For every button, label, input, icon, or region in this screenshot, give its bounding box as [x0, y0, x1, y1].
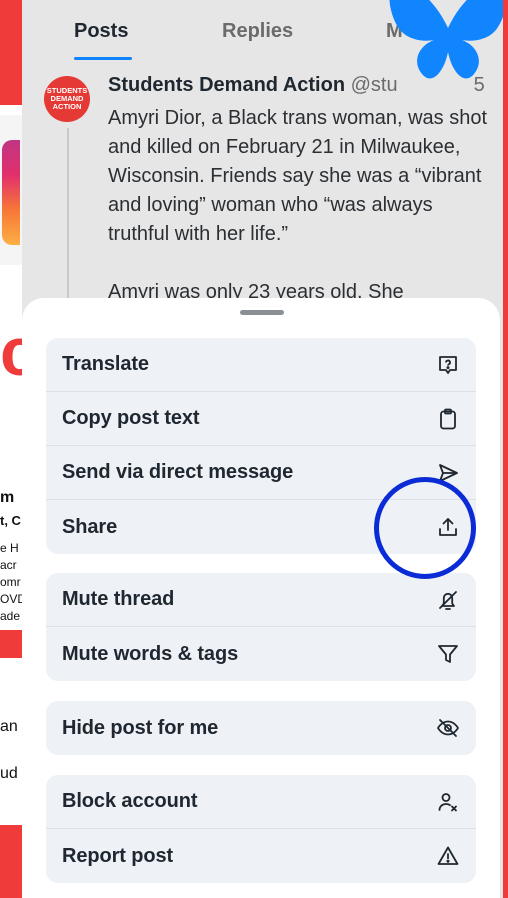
menu-item-label: Report post	[62, 844, 174, 867]
translate-icon	[435, 352, 461, 378]
background-text-fragment: e H	[0, 541, 19, 555]
background-text-fragment: ud	[0, 765, 18, 782]
menu-group-actions: Translate Copy post text Send via direct…	[46, 338, 476, 554]
menu-item-report-post[interactable]: Report post	[46, 829, 476, 883]
sheet-drag-handle[interactable]	[240, 310, 284, 315]
paper-plane-icon	[435, 460, 461, 486]
menu-item-share[interactable]: Share	[46, 500, 476, 554]
post-options-sheet: Translate Copy post text Send via direct…	[22, 298, 500, 898]
background-footer	[0, 826, 22, 898]
app-window: Posts Replies M STUDENTS DEMAND ACTION S…	[22, 0, 503, 898]
author-name: Students Demand Action	[108, 74, 346, 96]
tab-posts[interactable]: Posts	[74, 20, 128, 43]
menu-item-label: Mute words & tags	[62, 642, 239, 665]
menu-group-moderation: Block account Report post	[46, 775, 476, 883]
butterfly-logo-icon	[389, 0, 503, 79]
menu-item-block-account[interactable]: Block account	[46, 775, 476, 829]
menu-item-mute-thread[interactable]: Mute thread	[46, 573, 476, 627]
eye-off-icon	[435, 715, 461, 741]
background-text-fragment: ade	[0, 609, 21, 623]
menu-item-label: Share	[62, 515, 118, 538]
post-paragraph: Amyri Dior, a Black trans woman, was sho…	[108, 107, 488, 245]
background-text-fragment: m	[0, 489, 15, 506]
menu-item-label: Hide post for me	[62, 716, 219, 739]
menu-item-translate[interactable]: Translate	[46, 338, 476, 392]
tab-replies[interactable]: Replies	[222, 20, 293, 43]
active-tab-indicator	[74, 57, 132, 60]
background-text-fragment: omr	[0, 575, 21, 589]
menu-item-mute-words-tags[interactable]: Mute words & tags	[46, 627, 476, 681]
background-text-fragment: t, C	[0, 513, 21, 528]
clipboard-icon	[435, 406, 461, 432]
bell-off-icon	[435, 587, 461, 613]
menu-item-label: Mute thread	[62, 588, 175, 610]
share-icon	[435, 514, 461, 540]
menu-group-mute: Mute thread Mute words & tags	[46, 573, 476, 681]
background-text-fragment: acr	[0, 558, 17, 572]
filter-icon	[435, 641, 461, 667]
background-divider	[0, 630, 22, 658]
background-text-fragment: an	[0, 718, 18, 735]
user-block-icon	[435, 789, 461, 815]
thread-line	[67, 128, 69, 308]
menu-item-label: Copy post text	[62, 407, 200, 429]
menu-item-label: Block account	[62, 790, 198, 812]
warning-icon	[435, 843, 461, 869]
menu-item-copy-post-text[interactable]: Copy post text	[46, 392, 476, 446]
menu-item-send-via-dm[interactable]: Send via direct message	[46, 446, 476, 500]
menu-item-label: Translate	[62, 353, 149, 375]
menu-item-label: Send via direct message	[62, 461, 294, 483]
background-edge	[503, 0, 508, 898]
menu-group-hide: Hide post for me	[46, 701, 476, 755]
menu-item-hide-post[interactable]: Hide post for me	[46, 701, 476, 755]
avatar[interactable]: STUDENTS DEMAND ACTION	[44, 76, 90, 122]
instagram-logo-fragment	[2, 140, 20, 245]
